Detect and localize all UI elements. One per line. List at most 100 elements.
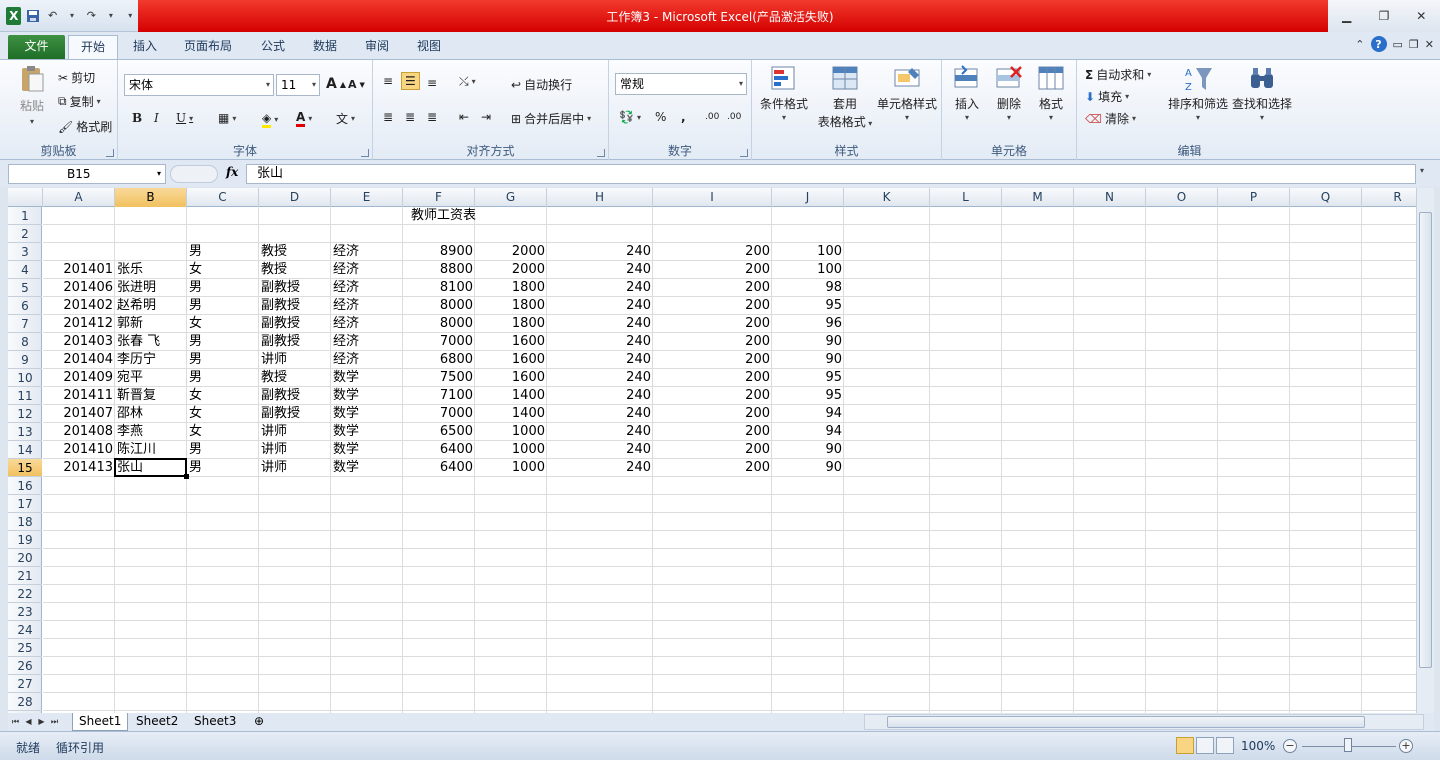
cell-i9[interactable]: 200	[653, 351, 772, 369]
redo-dropdown-icon[interactable]: ▾	[103, 7, 118, 25]
align-bottom-button[interactable]: ≡	[427, 76, 437, 90]
cell-d14[interactable]: 讲师	[259, 441, 289, 459]
conditional-format-button[interactable]: 条件格式 ▾	[758, 64, 810, 122]
underline-button[interactable]: U ▾	[176, 111, 193, 125]
cell-h8[interactable]: 240	[547, 333, 653, 351]
copy-button[interactable]: ⧉ 复制 ▾	[58, 93, 101, 110]
cell-g3[interactable]: 2000	[475, 243, 547, 261]
row-header-25[interactable]: 25	[8, 639, 42, 657]
merge-center-button[interactable]: ⊞ 合并后居中 ▾	[511, 110, 591, 127]
cell-a7[interactable]: 201412	[43, 315, 115, 333]
cell-f15[interactable]: 6400	[403, 459, 475, 477]
font-size-select[interactable]: 11 ▾	[276, 74, 320, 96]
column-header-j[interactable]: J	[772, 188, 844, 207]
cell-e8[interactable]: 经济	[331, 333, 361, 351]
phonetic-button[interactable]: 文 ▾	[336, 110, 355, 127]
cell-j12[interactable]: 94	[772, 405, 844, 423]
cell-b4[interactable]: 张乐	[115, 261, 145, 279]
cell-d9[interactable]: 讲师	[259, 351, 289, 369]
cell-f11[interactable]: 7100	[403, 387, 475, 405]
minimize-icon[interactable]: ▁	[1328, 0, 1365, 32]
prev-sheet-icon[interactable]: ◀	[23, 715, 34, 729]
row-header-13[interactable]: 13	[8, 423, 42, 441]
cell-j4[interactable]: 100	[772, 261, 844, 279]
cell-g8[interactable]: 1600	[475, 333, 547, 351]
cell-c13[interactable]: 女	[187, 423, 204, 441]
cell-d6[interactable]: 副教授	[259, 297, 302, 315]
row-header-1[interactable]: 1	[8, 207, 42, 225]
cell-h11[interactable]: 240	[547, 387, 653, 405]
cell-b5[interactable]: 张进明	[115, 279, 158, 297]
cell-h12[interactable]: 240	[547, 405, 653, 423]
cell-i6[interactable]: 200	[653, 297, 772, 315]
vertical-scroll-thumb[interactable]	[1419, 212, 1432, 668]
cell-h4[interactable]: 240	[547, 261, 653, 279]
cell-h5[interactable]: 240	[547, 279, 653, 297]
cell-g10[interactable]: 1600	[475, 369, 547, 387]
cell-i8[interactable]: 200	[653, 333, 772, 351]
row-header-8[interactable]: 8	[8, 333, 42, 351]
column-header-p[interactable]: P	[1218, 188, 1290, 207]
column-header-c[interactable]: C	[187, 188, 259, 207]
sheet-tab-3[interactable]: Sheet3	[188, 713, 242, 731]
cell-h3[interactable]: 240	[547, 243, 653, 261]
cell-d7[interactable]: 副教授	[259, 315, 302, 333]
cell-i12[interactable]: 200	[653, 405, 772, 423]
cell-h9[interactable]: 240	[547, 351, 653, 369]
cell-e11[interactable]: 数学	[331, 387, 361, 405]
delete-cells-button[interactable]: 删除 ▾	[990, 64, 1028, 122]
row-header-11[interactable]: 11	[8, 387, 42, 405]
cell-h7[interactable]: 240	[547, 315, 653, 333]
cell-c9[interactable]: 男	[187, 351, 204, 369]
row-header-21[interactable]: 21	[8, 567, 42, 585]
font-launcher-icon[interactable]	[361, 149, 369, 157]
cell-g5[interactable]: 1800	[475, 279, 547, 297]
cell-g13[interactable]: 1000	[475, 423, 547, 441]
row-header-20[interactable]: 20	[8, 549, 42, 567]
cut-button[interactable]: ✂ 剪切	[58, 69, 95, 86]
insert-cells-button[interactable]: 插入 ▾	[948, 64, 986, 122]
zoom-out-icon[interactable]: −	[1283, 739, 1297, 753]
column-header-i[interactable]: I	[653, 188, 772, 207]
column-header-b[interactable]: B	[115, 188, 187, 207]
cell-f3[interactable]: 8900	[403, 243, 475, 261]
cell-d4[interactable]: 教授	[259, 261, 289, 279]
row-header-27[interactable]: 27	[8, 675, 42, 693]
row-header-7[interactable]: 7	[8, 315, 42, 333]
cell-j8[interactable]: 90	[772, 333, 844, 351]
excel-logo-icon[interactable]: X	[6, 6, 22, 25]
align-center-button[interactable]: ≣	[405, 110, 415, 124]
cell-a6[interactable]: 201402	[43, 297, 115, 315]
cell-b9[interactable]: 李历宁	[115, 351, 158, 369]
column-header-h[interactable]: H	[547, 188, 653, 207]
cell-f14[interactable]: 6400	[403, 441, 475, 459]
minimize-ribbon-icon[interactable]: ⌃	[1355, 38, 1364, 51]
cell-a10[interactable]: 201409	[43, 369, 115, 387]
cell-c6[interactable]: 男	[187, 297, 204, 315]
cell-h13[interactable]: 240	[547, 423, 653, 441]
cell-a14[interactable]: 201410	[43, 441, 115, 459]
cell-a15[interactable]: 201413	[43, 459, 115, 477]
sheet-tab-2[interactable]: Sheet2	[130, 713, 184, 731]
cell-j11[interactable]: 95	[772, 387, 844, 405]
cell-area[interactable]: 教师工资表男教授 经济 8900 2000 240 200 100 201401 张乐女教授 经济…	[43, 207, 1416, 713]
doc-close-icon[interactable]: ✕	[1425, 38, 1434, 51]
cell-b12[interactable]: 邵林	[115, 405, 145, 423]
percent-button[interactable]: %	[655, 110, 666, 124]
row-header-12[interactable]: 12	[8, 405, 42, 423]
cell-i15[interactable]: 200	[653, 459, 772, 477]
row-header-5[interactable]: 5	[8, 279, 42, 297]
cell-g9[interactable]: 1600	[475, 351, 547, 369]
cell-j14[interactable]: 90	[772, 441, 844, 459]
sheet-tab-1[interactable]: Sheet1	[72, 713, 129, 731]
cell-g12[interactable]: 1400	[475, 405, 547, 423]
cell-i10[interactable]: 200	[653, 369, 772, 387]
first-sheet-icon[interactable]: ⏮	[10, 715, 21, 729]
increase-indent-button[interactable]: ⇥	[481, 110, 491, 124]
expand-formula-bar-icon[interactable]: ▾	[1420, 166, 1432, 180]
restore-icon[interactable]: ❐	[1365, 0, 1402, 32]
column-header-f[interactable]: F	[403, 188, 475, 207]
cell-a8[interactable]: 201403	[43, 333, 115, 351]
format-painter-button[interactable]: 🖌 格式刷	[58, 118, 112, 135]
cell-a9[interactable]: 201404	[43, 351, 115, 369]
